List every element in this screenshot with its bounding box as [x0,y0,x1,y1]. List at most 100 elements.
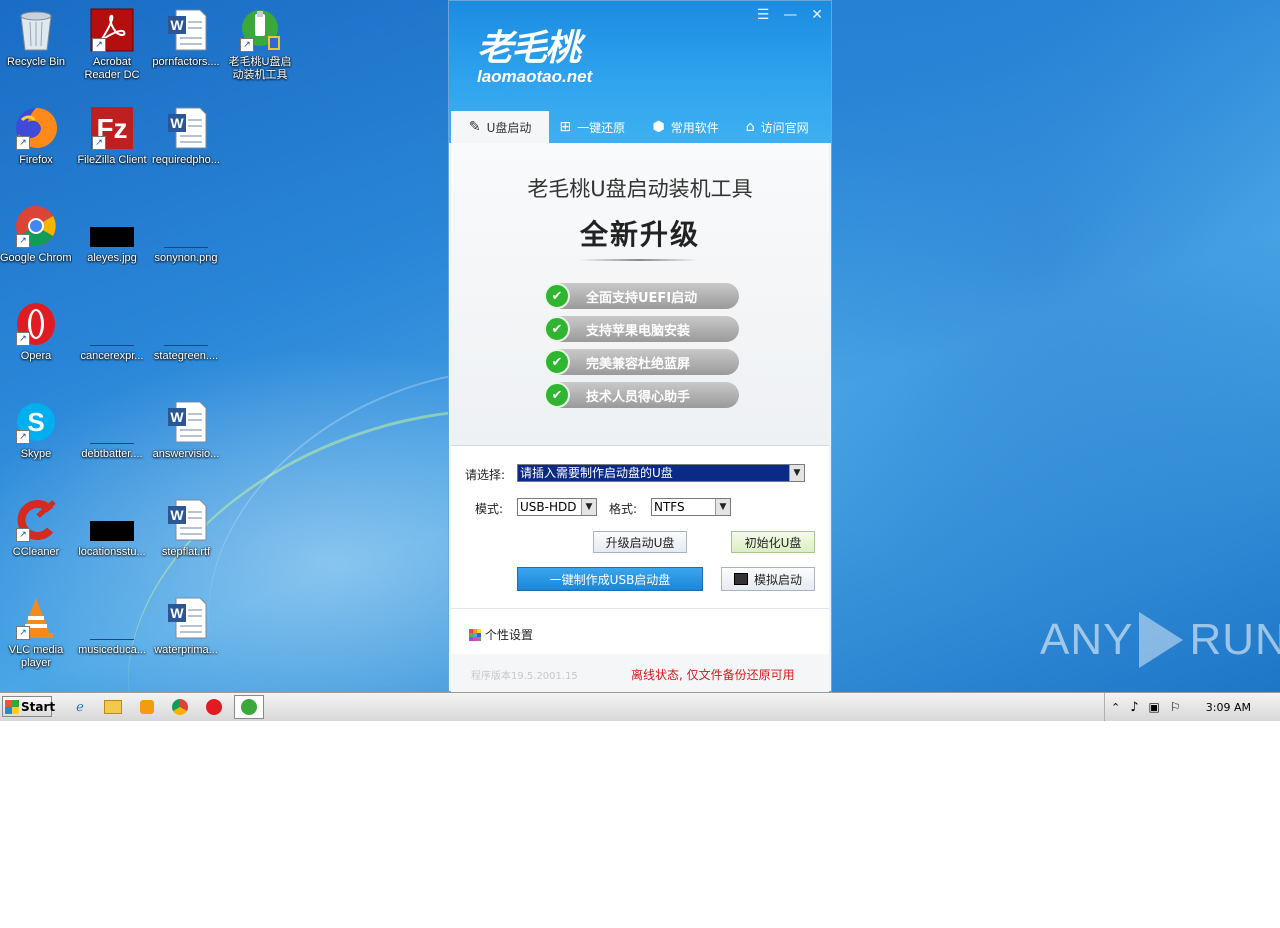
desktop-icon-requiredpho[interactable]: W requiredpho... [150,106,222,167]
opera-taskbar-icon[interactable] [204,697,224,717]
close-icon[interactable]: ✕ [811,7,823,23]
desktop-icon-label: 老毛桃U盘启动装机工具 [228,56,292,81]
tab-common-software[interactable]: ⬢ 常用软件 [643,111,736,143]
make-usb-boot-button[interactable]: 一键制作成USB启动盘 [517,567,703,591]
feature-item: ✔ 支持苹果电脑安装 [544,316,739,342]
network-icon[interactable]: ▣ [1149,700,1160,714]
tab-usb-boot[interactable]: ✎ U盘启动 [451,111,550,143]
action-center-flag-icon[interactable]: ⚐ [1170,700,1181,714]
chevron-down-icon[interactable]: ▼ [581,499,596,515]
desktop-icon-laomaotao[interactable]: ↗ 老毛桃U盘启动装机工具 [224,8,296,82]
desktop-icon-stategreen[interactable]: stategreen.... [150,302,222,363]
desktop-icon-chrome[interactable]: ↗ Google Chrome [0,204,72,265]
mode-select[interactable]: USB-HDD ▼ [517,498,597,516]
logo-chinese: 老毛桃 [477,27,581,69]
desktop-icon-opera[interactable]: ↗ Opera [0,302,72,363]
chevron-down-icon[interactable]: ▼ [715,499,730,515]
blank-file-icon [164,302,208,346]
desktop-icon-sonynon[interactable]: sonynon.png [150,204,222,265]
chrome-taskbar-icon[interactable] [170,697,190,717]
tab-bar: ✎ U盘启动 ⊞ 一键还原 ⬢ 常用软件 ⌂ 访问官网 [451,111,829,143]
laomaotao-taskbar-icon [241,699,257,715]
start-button[interactable]: Start [2,696,55,717]
show-hidden-icons-icon[interactable]: ⌃ [1111,701,1120,714]
blank-file-icon [90,302,134,346]
speaker-icon[interactable]: ♪ [1130,700,1138,715]
desktop-icon-answervisio[interactable]: W answervisio... [150,400,222,461]
desktop-icon-label: cancerexpr... [80,350,144,362]
minimize-icon[interactable]: — [783,7,797,23]
desktop-icon-skype[interactable]: S ↗ Skype [0,400,72,461]
desktop-icon-ccleaner[interactable]: ↗ CCleaner [0,498,72,559]
desktop-icon-label: VLC media player [8,644,64,669]
window-header: 老毛桃 laomaotao.net ☰ — ✕ ✎ U盘启动 ⊞ 一键还原 ⬢ … [449,1,831,143]
desktop-icon-vlc[interactable]: ↗ VLC media player [0,596,72,670]
format-select[interactable]: NTFS ▼ [651,498,731,516]
check-icon: ✔ [544,382,570,408]
init-usb-button[interactable]: 初始化U盘 [731,531,815,553]
desktop-icon-recycle-bin[interactable]: Recycle Bin [0,8,72,69]
laomaotao-taskbar-button[interactable] [234,695,264,719]
upgrade-usb-button[interactable]: 升级启动U盘 [593,531,687,553]
desktop-icon-label: waterprima... [154,644,218,656]
version-text: 程序版本19.5.2001.15 [471,671,578,682]
blank-file-icon [90,400,134,444]
simulate-boot-button[interactable]: 模拟启动 [721,567,815,591]
word-doc-icon: W [164,8,208,52]
logo-domain: laomaotao.net [477,67,593,86]
feature-item: ✔ 全面支持UEFI启动 [544,283,739,309]
image-file-icon [90,498,134,542]
window-controls: ☰ — ✕ [757,7,823,23]
format-label: 格式: [609,502,638,516]
personal-settings-link[interactable]: 个性设置 [469,626,533,643]
desktop-icon-musiceduca[interactable]: musiceduca... [76,596,148,657]
desktop-icon-cancerexpr[interactable]: cancerexpr... [76,302,148,363]
mode-select-value: USB-HDD [520,500,577,514]
desktop-icon-label: Firefox [19,154,53,166]
feature-item: ✔ 完美兼容杜绝蓝屏 [544,349,739,375]
feature-list: ✔ 全面支持UEFI启动 ✔ 支持苹果电脑安装 ✔ 完美兼容杜绝蓝屏 ✔ 技术人员得心助… [544,283,739,415]
desktop-icon-label: sonynon.png [154,252,218,264]
desktop-icon-locationsstu[interactable]: locationsstu... [76,498,148,559]
usb-drive-icon: ✎ [468,119,481,135]
laomaotao-window: 老毛桃 laomaotao.net ☰ — ✕ ✎ U盘启动 ⊞ 一键还原 ⬢ … [448,0,832,692]
desktop-icon-pornfactors[interactable]: W pornfactors.... [150,8,222,69]
desktop-icon-aleyes[interactable]: aleyes.jpg [76,204,148,265]
desktop-icon-label: answervisio... [152,448,220,460]
blank-file-icon [90,596,134,640]
menu-icon[interactable]: ☰ [757,7,770,23]
internet-explorer-icon[interactable]: ℯ [70,697,90,717]
media-player-icon[interactable] [137,697,157,717]
heading-underline [579,259,699,261]
desktop-icon-acrobat[interactable]: ↗ Acrobat Reader DC [76,8,148,82]
folder-icon[interactable] [103,697,123,717]
filezilla-icon: Fz ↗ [90,106,134,150]
tab-one-key-restore[interactable]: ⊞ 一键还原 [549,111,642,143]
control-panel: 请选择: 请插入需要制作启动盘的U盘 ▼ 模式: USB-HDD ▼ 格式: N… [451,445,829,692]
opera-icon: ↗ [14,302,58,346]
desktop-icon-label: Skype [20,448,52,460]
desktop-icon-filezilla[interactable]: Fz ↗ FileZilla Client [76,106,148,167]
watermark-text-right: RUN [1189,615,1280,664]
clock[interactable]: 3:09 AM [1206,701,1251,714]
desktop-icon-stepflat[interactable]: W stepflat.rtf [150,498,222,559]
check-icon: ✔ [544,349,570,375]
desktop-icon-label: musiceduca... [78,644,146,656]
simulate-boot-label: 模拟启动 [753,572,802,587]
divider [451,608,829,609]
desktop-icon-label: requiredpho... [152,154,220,166]
feature-item: ✔ 技术人员得心助手 [544,382,739,408]
vlc-icon: ↗ [14,596,58,640]
desktop-icon-waterprima[interactable]: W waterprima... [150,596,222,657]
usb-drive-select[interactable]: 请插入需要制作启动盘的U盘 ▼ [517,464,805,482]
tab-official-site[interactable]: ⌂ 访问官网 [736,111,829,143]
taskbar: Start ℯ ⌃ ♪ ▣ ⚐ 3:09 AM [0,692,1280,721]
chevron-down-icon[interactable]: ▼ [789,465,804,481]
upgrade-heading: 全新升级 [579,218,700,251]
laomaotao-icon: ↗ [238,8,282,52]
shortcut-arrow-icon: ↗ [16,136,30,150]
system-tray: ⌃ ♪ ▣ ⚐ 3:09 AM [1104,693,1280,721]
desktop-icon-firefox[interactable]: ↗ Firefox [0,106,72,167]
svg-text:W: W [170,605,184,621]
desktop-icon-debtbatter[interactable]: debtbatter.... [76,400,148,461]
